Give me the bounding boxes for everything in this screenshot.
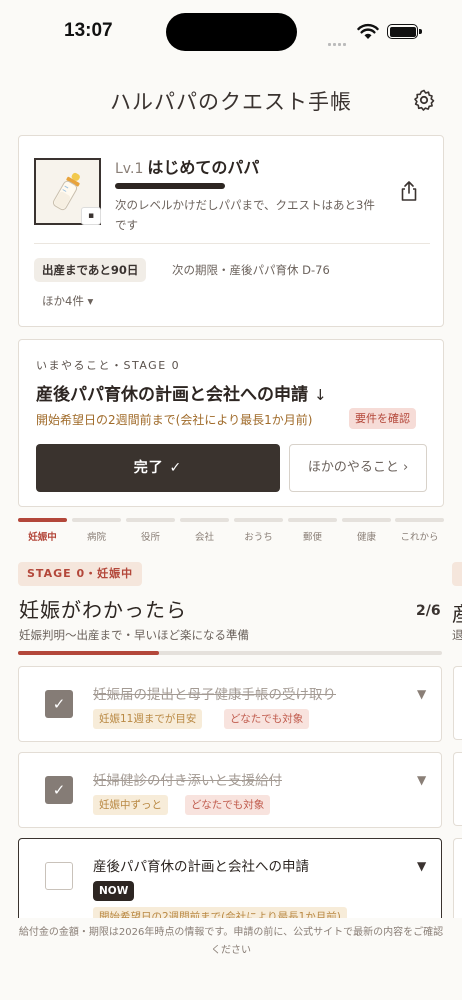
signal-icon [328,31,352,46]
stage-progress-fill [18,651,160,655]
tab-home[interactable]: おうち [234,518,283,548]
tab-label: 健康 [356,532,376,543]
tab-post[interactable]: 郵便 [288,518,337,548]
requirement-chip[interactable]: 要件を確認 [349,408,416,429]
tab-health[interactable]: 健康 [342,518,391,548]
stage-subtitle: 妊娠判明〜出産まで・早いほど楽になる準備 [19,628,249,642]
disclaimer-text: 給付金の金額・期限は2026年時点の情報です。申請の前に、公式サイトで最新の内容… [18,927,444,956]
battery-icon [387,24,422,39]
caret-down-icon[interactable]: ▼ [417,859,426,873]
footer: 給付金の金額・期限は2026年時点の情報です。申請の前に、公式サイトで最新の内容… [0,918,462,1000]
tab-label: 郵便 [302,532,322,543]
current-quest-title[interactable]: 産後パパ育休の計画と会社への申請 ↓ [36,380,327,405]
share-icon[interactable] [399,180,419,202]
tab-label: 役所 [140,532,160,543]
tab-label: 妊娠中 [28,532,57,543]
stage-tabs: 妊娠中 病院 役所 会社 おうち 郵便 健康 これから [18,518,444,548]
due-countdown-pill: 出産まであと90日 [34,258,147,282]
caret-down-icon[interactable]: ▼ [417,773,426,787]
xp-bar [115,183,225,189]
tab-label: 病院 [86,532,106,543]
next-stage-card-peek [453,666,462,740]
dynamic-island [166,13,297,51]
next-stage-card-peek [453,838,462,926]
now-badge: NOW [93,881,135,901]
next-stage-subtitle-peek: 退 [452,628,462,642]
next-stage-title-peek: 産 [452,598,462,627]
next-stage-card-peek [453,752,462,826]
eligibility-chip: どなたでも対象 [185,795,271,815]
level-label: Lv.1 [115,161,144,177]
tab-label: 会社 [194,532,214,543]
current-quest-card: いまやること・STAGE 0 産後パパ育休の計画と会社への申請 ↓ 開始希望日の2… [18,339,444,507]
others-toggle[interactable]: ほか4件 ▾ [42,293,93,309]
level-description: 次のレベルかけだしパパまで、クエストはあと3件です [115,198,375,232]
clock: 13:07 [64,20,113,41]
checkbox-checked[interactable]: ✓ [45,776,73,804]
divider [34,243,430,244]
stage-title: 妊娠がわかったら [19,598,187,622]
stage-chip: STAGE 0・妊娠中 [18,562,143,586]
checkbox-unchecked[interactable] [45,862,73,890]
quest-item[interactable]: ✓ 妊娠届の提出と母子健康手帳の受け取り ▼ 妊娠11週までが目安 どなたでも対… [18,666,462,742]
tab-company[interactable]: 会社 [180,518,229,548]
other-tasks-button[interactable]: ほかのやること › [289,444,427,492]
quest-title: 妊婦健診の付き添いと支援給付 [93,773,282,789]
stage-progress-count: 2/6 [416,603,441,619]
status-bar: 13:07 [0,0,462,62]
baby-bottle-icon [52,172,80,211]
level-line: Lv.1 はじめてのパパ [115,154,259,178]
tab-city-office[interactable]: 役所 [126,518,175,548]
tab-pregnancy[interactable]: 妊娠中 [18,518,67,548]
caret-down-icon[interactable]: ▼ [417,687,426,701]
app-title: ハルパパのクエスト手帳 [110,90,352,114]
deadline-chip: 妊娠中ずっと [93,795,168,815]
current-quest-title-text: 産後パパ育休の計画と会社への申請 [36,385,308,405]
next-deadline: 次の期限・産後パパ育休 D-76 [172,263,330,277]
tab-label: これから [400,532,439,543]
quest-item[interactable]: ✓ 妊婦健診の付き添いと支援給付 ▼ 妊娠中ずっと どなたでも対象 [18,752,462,828]
next-stage-chip-peek [452,562,462,586]
quest-title: 妊娠届の提出と母子健康手帳の受け取り [93,687,336,703]
deadline-chip: 妊娠11週までが目安 [93,709,203,729]
tab-hospital[interactable]: 病院 [72,518,121,548]
quest-item-current[interactable]: 産後パパ育休の計画と会社への申請 ▼ NOW 開始希望日の2週間前まで(会社によ… [18,838,462,928]
current-quest-label: いまやること・STAGE 0 [36,359,181,372]
tab-future[interactable]: これから [395,518,444,548]
checkbox-checked[interactable]: ✓ [45,690,73,718]
gear-icon[interactable] [412,88,436,112]
arrow-down-icon: ↓ [314,386,327,404]
avatar[interactable]: ▪ [34,158,101,225]
stage-progress-bar [18,651,442,655]
profile-card: ▪ Lv.1 はじめてのパパ 次のレベルかけだしパパまで、クエストはあと3件です … [18,135,444,327]
current-quest-deadline: 開始希望日の2週間前まで(会社により最長1か月前) [36,413,313,427]
tab-label: おうち [244,532,273,543]
camera-icon[interactable]: ▪ [81,207,101,225]
eligibility-chip: どなたでも対象 [224,709,310,729]
level-name: はじめてのパパ [147,158,260,177]
quest-title: 産後パパ育休の計画と会社への申請 [93,859,309,875]
complete-button[interactable]: 完了 ✓ [36,444,280,492]
wifi-icon [357,23,379,39]
